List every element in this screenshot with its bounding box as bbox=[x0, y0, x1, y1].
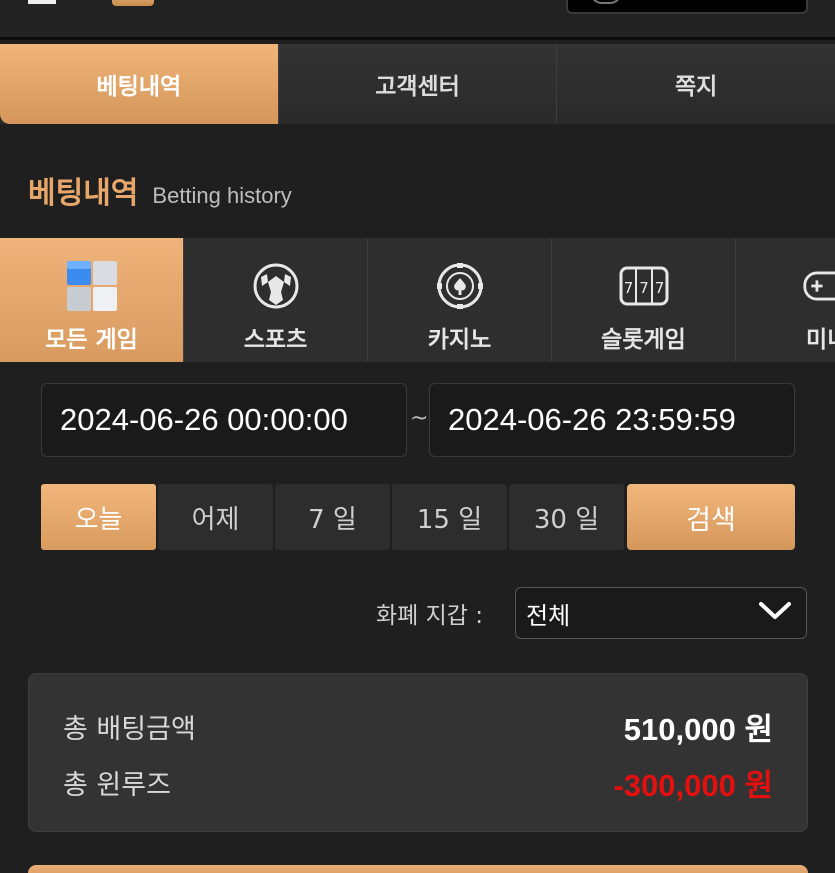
svg-text:7: 7 bbox=[639, 279, 649, 297]
currency-wallet-label: 화폐 지갑 : bbox=[376, 603, 484, 629]
game-category-tabs: 모든 게임 스포츠 카지노 7 7 7 슬롯게임 미 bbox=[0, 238, 835, 362]
category-label: 카지노 bbox=[427, 327, 492, 353]
top-header bbox=[0, 0, 835, 40]
total-winloss-value: -300,000 원 bbox=[613, 768, 773, 803]
category-label: 슬롯게임 bbox=[601, 327, 686, 353]
date-to-input[interactable]: 2024-06-26 23:59:59 bbox=[429, 383, 795, 457]
total-bet-row: 총 배팅금액 510,000 원 bbox=[63, 704, 773, 749]
slot-machine-icon: 7 7 7 bbox=[616, 258, 672, 314]
date-range-separator: ~ bbox=[410, 406, 429, 431]
search-button[interactable]: 검색 bbox=[627, 484, 795, 550]
balance-pill[interactable] bbox=[566, 0, 808, 14]
period-today-button[interactable]: 오늘 bbox=[41, 484, 156, 550]
currency-selected-value: 전체 bbox=[526, 601, 571, 630]
page-title-ko: 베팅내역 bbox=[28, 176, 139, 211]
all-games-cube-icon bbox=[64, 258, 120, 314]
currency-wallet-select[interactable]: 전체 bbox=[515, 587, 807, 639]
total-winloss-row: 총 윈루즈 -300,000 원 bbox=[63, 760, 773, 805]
svg-text:7: 7 bbox=[623, 279, 633, 297]
wallet-icon bbox=[590, 0, 622, 4]
period-30days-button[interactable]: 30 일 bbox=[509, 484, 624, 550]
total-bet-value: 510,000 원 bbox=[623, 712, 773, 747]
page-title-en: Betting history bbox=[152, 183, 292, 208]
page-title: 베팅내역 Betting history bbox=[28, 168, 292, 212]
site-logo[interactable] bbox=[112, 0, 292, 6]
summary-card: 총 배팅금액 510,000 원 총 윈루즈 -300,000 원 bbox=[28, 673, 808, 832]
period-buttons: 오늘 어제 7 일 15 일 30 일 bbox=[41, 484, 624, 550]
casino-chip-icon bbox=[432, 258, 488, 314]
category-all-games[interactable]: 모든 게임 bbox=[0, 238, 184, 362]
tab-betting-history[interactable]: 베팅내역 bbox=[0, 44, 279, 124]
bottom-action-bar[interactable] bbox=[28, 865, 808, 873]
category-sports[interactable]: 스포츠 bbox=[184, 238, 368, 362]
date-from-input[interactable]: 2024-06-26 00:00:00 bbox=[41, 383, 407, 457]
category-mini[interactable]: 미니 bbox=[736, 238, 835, 362]
tab-messages[interactable]: 쪽지 bbox=[557, 44, 835, 124]
soccer-ball-icon bbox=[248, 258, 304, 314]
category-slots[interactable]: 7 7 7 슬롯게임 bbox=[552, 238, 736, 362]
tab-customer-center[interactable]: 고객센터 bbox=[278, 44, 558, 124]
total-winloss-label: 총 윈루즈 bbox=[63, 770, 171, 801]
period-yesterday-button[interactable]: 어제 bbox=[158, 484, 273, 550]
category-label: 모든 게임 bbox=[45, 327, 138, 353]
category-casino[interactable]: 카지노 bbox=[368, 238, 552, 362]
period-7days-button[interactable]: 7 일 bbox=[275, 484, 390, 550]
svg-text:7: 7 bbox=[654, 279, 664, 297]
period-15days-button[interactable]: 15 일 bbox=[392, 484, 507, 550]
category-label: 미니 bbox=[806, 327, 835, 353]
menu-icon[interactable] bbox=[28, 0, 56, 4]
top-tabs: 베팅내역 고객센터 쪽지 bbox=[0, 44, 835, 124]
total-bet-label: 총 배팅금액 bbox=[63, 714, 196, 745]
gamepad-icon bbox=[802, 258, 835, 314]
category-label: 스포츠 bbox=[243, 327, 308, 353]
chevron-down-icon bbox=[758, 601, 792, 625]
